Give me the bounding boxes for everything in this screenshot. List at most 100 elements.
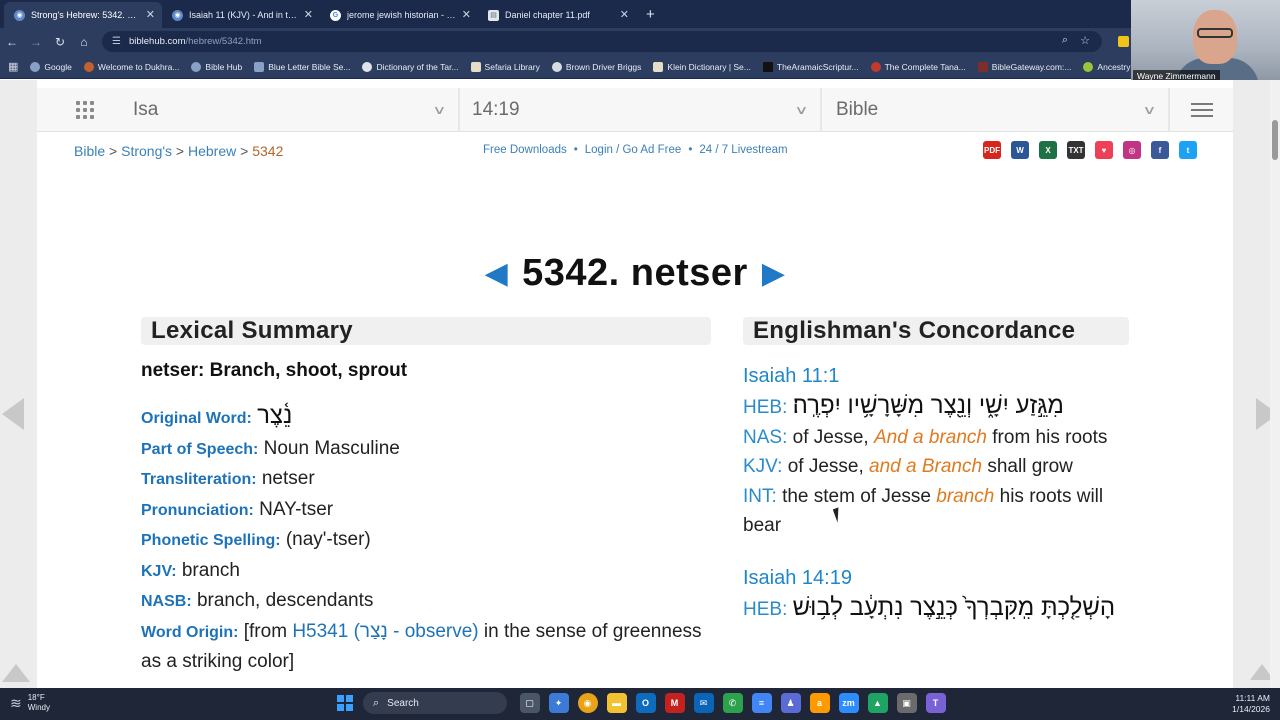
field-label: Pronunciation: [141,501,254,519]
file-explorer-icon[interactable]: ▬ [606,693,627,713]
forward-icon[interactable]: → [24,35,48,49]
pocket-icon[interactable]: ♥ [1095,141,1113,159]
scrollbar-thumb[interactable] [1272,120,1278,160]
lexical-fields: Original Word: נֵ֫צֶר Part of Speech: No… [141,401,711,677]
reload-icon[interactable]: ↻ [48,35,72,49]
pdf-icon[interactable]: PDF [983,141,1001,159]
extension-icon[interactable] [1118,36,1129,47]
bookmark-biblegateway[interactable]: BibleGateway.com:... [977,61,1072,72]
word-icon[interactable]: W [1011,141,1029,159]
origin-link[interactable]: H5341 (נָצַר - observe) [292,621,478,642]
verse-text: shall grow [987,456,1073,477]
ancestry-icon [1083,61,1094,72]
weather-widget[interactable]: ≋ 18°F Windy [10,693,50,713]
bookmark-klein[interactable]: Klein Dictionary | Se... [653,61,751,72]
taskbar-search[interactable]: ⌕ Search [363,692,507,714]
scroll-up-arrow-icon[interactable] [2,664,30,682]
tab-google-search[interactable]: G jerome jewish historian - Google ✕ [320,2,478,28]
chrome-icon[interactable]: ◉ [577,693,598,713]
bookmark-star-icon[interactable]: ☆ [1080,34,1090,47]
tab-strongs-hebrew[interactable]: ◉ Strong's Hebrew: 5342. נֵ֫צֶר (netser)… [4,2,162,28]
field-label: Original Word: [141,410,252,427]
site-info-icon[interactable]: ☰ [112,36,121,47]
teams-icon[interactable]: ♟ [780,693,801,713]
bookmark-google[interactable]: Google [30,61,72,72]
breadcrumb-separator: > [175,143,185,159]
bookmark-sefaria[interactable]: Sefaria Library [470,61,540,72]
back-icon[interactable]: ← [0,35,24,49]
app-icon[interactable]: ▣ [896,693,917,713]
phone-icon[interactable]: ✆ [722,693,743,713]
apps-grid-icon[interactable]: ▦ [8,60,18,73]
amazon-icon[interactable]: a [809,693,830,713]
bookmark-tanakh[interactable]: The Complete Tana... [870,61,966,72]
verse-ref-link[interactable]: Isaiah 14:19 [743,563,1129,593]
drive-icon[interactable]: ▲ [867,693,888,713]
close-tab-icon[interactable]: ✕ [620,8,629,22]
bookmark-targum-dictionary[interactable]: Dictionary of the Tar... [362,61,459,72]
field-pronunciation: Pronunciation: NAY-tser [141,495,711,526]
previous-entry-arrow-icon[interactable]: ◀ [485,257,509,290]
zoom-icon[interactable]: zm [838,693,859,713]
taskbar-search-label: Search [387,697,419,709]
livestream-link[interactable]: 24 / 7 Livestream [699,144,787,156]
close-tab-icon[interactable]: ✕ [462,8,471,22]
windows-start-icon[interactable] [337,695,353,711]
home-icon[interactable]: ⌂ [72,35,96,49]
clock-time: 11:11 AM [1235,693,1270,703]
breadcrumb-bible[interactable]: Bible [74,143,105,159]
google-icon: G [330,9,341,21]
free-downloads-link[interactable]: Free Downloads [483,144,567,156]
verse-select[interactable]: 14:19 ∨ [460,88,822,132]
facebook-icon[interactable]: f [1151,141,1169,159]
verse-select-value: 14:19 [472,99,520,120]
lexical-summary-section: Lexical Summary netser: Branch, shoot, s… [141,317,711,677]
book-select[interactable]: Isa ∨ [133,88,460,132]
dukhrana-icon [83,61,94,72]
task-view-icon[interactable]: ▢ [519,693,540,713]
bookmark-bdb[interactable]: Brown Driver Briggs [551,61,641,72]
login-link[interactable]: Login / Go Ad Free [585,144,682,156]
new-tab-button[interactable]: + [636,2,665,28]
bookmark-dukhrana[interactable]: Welcome to Dukhra... [83,61,179,72]
menu-grid-button[interactable] [37,88,133,132]
close-tab-icon[interactable]: ✕ [304,8,313,22]
scrollbar[interactable] [1270,80,1280,688]
next-entry-arrow-icon[interactable]: ▶ [762,257,786,290]
excel-icon[interactable]: X [1039,141,1057,159]
outlook-icon[interactable]: O [635,693,656,713]
concordance-section: Englishman's Concordance Isaiah 11:1 HEB… [743,317,1129,624]
tab-strip: ◉ Strong's Hebrew: 5342. נֵ֫צֶר (netser)… [0,0,1280,28]
close-tab-icon[interactable]: ✕ [146,8,155,22]
apps-grid-icon [76,101,94,119]
taskbar-apps: ⌕ Search ▢ ✦ ◉ ▬ O M ✉ ✆ ≡ ♟ a zm ▲ ▣ T [337,692,950,714]
breadcrumb-strongs[interactable]: Strong's [121,143,172,159]
main-menu-button[interactable] [1170,88,1233,131]
wind-icon: ≋ [10,694,22,711]
bookmark-aramaic[interactable]: TheAramaicScriptur... [762,61,859,72]
bookmark-biblehub[interactable]: Bible Hub [191,61,242,72]
sefaria-icon [470,61,481,72]
instagram-icon[interactable]: ◎ [1123,141,1141,159]
gmail-icon[interactable]: M [664,693,685,713]
tab-isaiah-11[interactable]: ◉ Isaiah 11 (KJV) - And in that day ✕ [162,2,320,28]
twitter-icon[interactable]: t [1179,141,1197,159]
teams-chat-icon[interactable]: T [925,693,946,713]
copilot-icon[interactable]: ✦ [548,693,569,713]
docs-icon[interactable]: ≡ [751,693,772,713]
tab-daniel-pdf[interactable]: ▤ Daniel chapter 11.pdf ✕ [478,2,636,28]
zoom-icon[interactable]: ⌕ [1062,34,1068,47]
previous-page-arrow-icon[interactable] [2,398,24,430]
system-clock[interactable]: 11:11 AM 1/14/2026 [1232,693,1270,715]
text-icon[interactable]: TXT [1067,141,1085,159]
hebrew-text: מִגֵּ֣זַע יִשָׁ֑י וְנֵ֖צֶר מִשָּׁרָשָׁ֥י… [792,392,1064,419]
field-value: (nay'-tser) [285,529,371,550]
verse-ref-link[interactable]: Isaiah 11:1 [743,361,1129,391]
breadcrumb-hebrew[interactable]: Hebrew [188,143,236,159]
version-select[interactable]: Bible ∨ [822,88,1170,132]
mail-icon[interactable]: ✉ [693,693,714,713]
bookmark-blueletter[interactable]: Blue Letter Bible Se... [254,61,350,72]
address-bar[interactable]: ☰ biblehub.com/hebrew/5342.htm ⌕ ☆ [102,31,1102,52]
tab-title: jerome jewish historian - Google [347,10,456,20]
bookmark-label: BibleGateway.com:... [991,61,1072,72]
